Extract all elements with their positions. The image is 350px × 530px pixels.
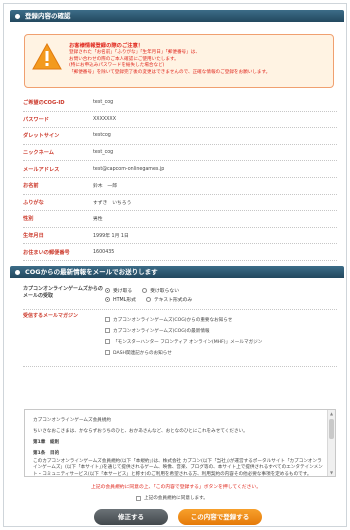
radio-checked-icon xyxy=(105,288,110,293)
warning-icon xyxy=(32,43,62,70)
field-label: ダレットサイン xyxy=(23,133,60,140)
mail-section-header: COGからの最新情報をメールでお送りします xyxy=(10,266,344,278)
field-label: ご希望のCOG-ID xyxy=(23,100,65,107)
magazine-option-label: DASH関連記からのお知らせ xyxy=(113,350,172,356)
radio-text-label: テキスト形式のみ xyxy=(153,298,193,303)
warning-line: 登録された「お名前」「ふりがな」「生年月日」「郵便番号」は、 xyxy=(69,50,200,55)
scroll-up-icon[interactable]: ▲ xyxy=(329,411,334,416)
scroll-down-icon[interactable]: ▼ xyxy=(329,470,334,475)
checkbox-icon xyxy=(105,317,110,322)
field-value: test_cog xyxy=(93,150,114,156)
field-row-cog-id: ご希望のCOG-ID test_cog xyxy=(23,95,337,112)
warning-line: 「郵便番号」を除いて登録完了後の変更はできませんので、正確な情報のご登録をお願い… xyxy=(69,70,271,76)
radio-html-label: HTML形式 xyxy=(113,298,136,303)
receive-radios: 受け取る 受け取らない HTML形式 テキスト形式のみ xyxy=(105,283,202,309)
radio-html[interactable]: HTML形式 xyxy=(105,296,136,303)
radio-text[interactable]: テキスト形式のみ xyxy=(145,296,193,303)
submit-button[interactable]: この内容で登録する xyxy=(178,509,262,525)
field-value: test_cog xyxy=(93,100,114,106)
confirm-section-title: 登録内容の確認 xyxy=(25,12,71,20)
field-row-name: お名前 鈴木 一郎 xyxy=(23,178,337,195)
field-label: お名前 xyxy=(23,183,39,190)
radio-receive-label: 受け取る xyxy=(113,289,133,294)
receive-row: カプコンオンラインゲームズからのメールの受取 受け取る 受け取らない HTML形… xyxy=(23,283,337,310)
field-label: 生年月日 xyxy=(23,233,44,240)
field-row-furigana: ふりがな すずき いちろう xyxy=(23,195,337,212)
field-row-birthday: 生年月日 1999年 1月 1日 xyxy=(23,228,337,245)
field-label: ニックネーム xyxy=(23,150,54,157)
magazine-checks: カプコンオンラインゲームズ(COG)からの重要なお知らせ カプコンオンラインゲー… xyxy=(105,310,262,366)
field-value: すずき いちろう xyxy=(93,200,132,206)
field-label: お住まいの郵便番号 xyxy=(23,249,70,256)
magazine-option[interactable]: カプコンオンラインゲームズ(COG)からの重要なお知らせ xyxy=(105,314,262,325)
checkbox-icon xyxy=(105,328,110,333)
terms-chapter: 第1章 総則 xyxy=(33,440,60,445)
checkbox-icon xyxy=(136,495,141,501)
agree-checkbox[interactable]: 上記の会員規約に同意します。 xyxy=(136,495,208,501)
magazine-option-label: カプコンオンラインゲームズ(COG)の最新情報 xyxy=(113,328,210,334)
radio-no-receive-label: 受け取らない xyxy=(150,289,179,294)
magazine-row: 受信するメールマガジン カプコンオンラインゲームズ(COG)からの重要なお知らせ… xyxy=(23,310,337,367)
warning-text: 登録された「お名前」「ふりがな」「生年月日」「郵便番号」は、 お問い合わせの際の… xyxy=(69,50,331,77)
radio-checked-icon xyxy=(105,297,110,302)
field-row-nickname: ニックネーム test_cog xyxy=(23,145,337,162)
terms-article: 第1条 目的 xyxy=(33,451,60,456)
magazine-option[interactable]: 「モンスターハンター フロンティア オンライン(MHF)」メールマガジン xyxy=(105,336,262,347)
field-label: ふりがな xyxy=(23,199,44,206)
fix-button[interactable]: 修正する xyxy=(94,509,168,525)
bullet-icon xyxy=(15,269,20,275)
field-value: 男性 xyxy=(93,217,103,223)
confirm-section-header: 登録内容の確認 xyxy=(10,10,344,22)
field-value: testcog xyxy=(93,133,111,139)
checkbox-icon xyxy=(105,350,110,355)
mail-options: カプコンオンラインゲームズからのメールの受取 受け取る 受け取らない HTML形… xyxy=(23,283,337,367)
field-label: 性別 xyxy=(23,216,34,223)
field-row-dallet-sign: ダレットサイン testcog xyxy=(23,128,337,145)
field-label: メールアドレス xyxy=(23,166,60,173)
radio-empty-icon xyxy=(145,297,151,302)
field-row-password: パスワード XXXXXXX xyxy=(23,112,337,129)
field-value: XXXXXXX xyxy=(93,116,117,122)
field-row-email: メールアドレス test@capcom-onlinegames.jp xyxy=(23,161,337,178)
warning-box: お客様情報登録の際のご注意！ 登録された「お名前」「ふりがな」「生年月日」「郵便… xyxy=(24,34,334,88)
terms-body: このカプコンオンラインゲームズ会員規約(以下「本規約」)は、株式会社 カプコン(… xyxy=(33,458,323,477)
magazine-option-label: カプコンオンラインゲームズ(COG)からの重要なお知らせ xyxy=(113,317,233,323)
magazine-option-label: 「モンスターハンター フロンティア オンライン(MHF)」メールマガジン xyxy=(113,339,263,345)
magazine-option[interactable]: DASH関連記からのお知らせ xyxy=(105,347,262,358)
field-value: 1999年 1月 1日 xyxy=(93,234,129,240)
radio-receive[interactable]: 受け取る xyxy=(105,287,132,294)
confirm-fields: ご希望のCOG-ID test_cog パスワード XXXXXXX ダレットサイン t… xyxy=(23,95,337,261)
radio-no-receive[interactable]: 受け取らない xyxy=(142,287,179,294)
receive-label: カプコンオンラインゲームズからのメールの受取 xyxy=(23,286,103,299)
field-row-postal-code: お住まいの郵便番号 1600435 xyxy=(23,244,337,261)
field-value: test@capcom-onlinegames.jp xyxy=(93,166,165,172)
field-label: パスワード xyxy=(23,116,49,123)
terms-intro: ちいさなおこさまは、かならずおうちのひと、おかあさんなど、おとなのひとにこれをみ… xyxy=(33,429,248,434)
registration-page: 登録内容の確認 お客様情報登録の際のご注意！ 登録された「お名前」「ふりがな」「… xyxy=(3,3,347,527)
agree-label: 上記の会員規約に同意します。 xyxy=(144,496,208,501)
warning-title: お客様情報登録の際のご注意！ xyxy=(69,43,144,49)
checkbox-icon xyxy=(105,339,110,344)
bullet-icon xyxy=(15,13,20,19)
agree-notice: 上記の会員規約に同意の上、「この内容で登録する」ボタンを押してください。 xyxy=(90,485,261,490)
magazine-label: 受信するメールマガジン xyxy=(23,313,79,319)
magazine-option[interactable]: カプコンオンラインゲームズ(COG)の最新情報 xyxy=(105,325,262,336)
terms-box[interactable]: カプコンオンラインゲームズ会員規約 ちいさなおこさまは、かならずおうちのひと、お… xyxy=(24,409,336,477)
scroll-thumb[interactable] xyxy=(329,419,334,439)
mail-section-title: COGからの最新情報をメールでお送りします xyxy=(25,268,158,276)
field-row-gender: 性別 男性 xyxy=(23,211,337,228)
field-value: 1600435 xyxy=(93,249,115,255)
terms-scrollbar[interactable]: ▲ ▼ xyxy=(327,410,335,476)
radio-empty-icon xyxy=(142,288,148,293)
terms-title: カプコンオンラインゲームズ会員規約 xyxy=(33,418,111,423)
field-value: 鈴木 一郎 xyxy=(93,184,117,190)
